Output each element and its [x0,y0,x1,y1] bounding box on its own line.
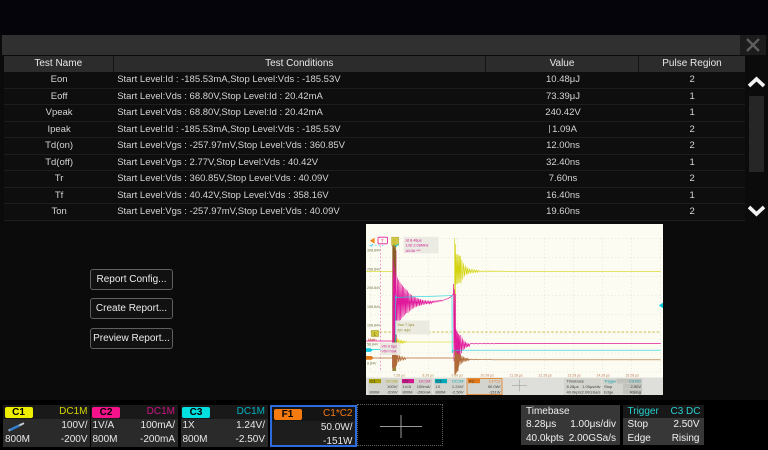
svg-text:15.28 μs: 15.28 μs [625,373,639,377]
svg-text:258.84V: 258.84V [367,267,381,271]
svg-text:DC1M: DC1M [386,379,397,384]
svg-text:Edge: Edge [604,390,614,395]
svg-text:108.84V: 108.84V [367,324,381,328]
svg-text:-2.50V: -2.50V [452,390,464,395]
svg-text:f3= 43V: f3= 43V [398,329,412,333]
svg-text:-151W: -151W [489,390,501,395]
svg-text:Vth=7mA: Vth=7mA [382,350,397,354]
svg-text:50.0W/: 50.0W/ [488,384,502,389]
svg-text:8.84V: 8.84V [367,361,377,365]
svg-text:800M: 800M [403,390,413,395]
svg-text:1V/A: 1V/A [403,384,412,389]
svg-text:12.28 μs: 12.28 μs [538,373,552,377]
svg-text:9.28 μs: 9.28 μs [451,373,463,377]
svg-text:1.24V/: 1.24V/ [452,384,464,389]
svg-text:1X: 1X [436,384,441,389]
svg-text:10.28 μs: 10.28 μs [480,373,494,377]
svg-text:T: T [381,238,384,243]
svg-text:7.28 μs: 7.28 μs [393,373,405,377]
svg-text:F1: F1 [469,379,474,384]
svg-text:800M: 800M [436,390,446,395]
svg-text:2.50V: 2.50V [631,384,642,389]
svg-text:-200mA: -200mA [416,390,430,395]
svg-text:C1: C1 [370,379,376,384]
svg-text:Timebase: Timebase [567,379,585,384]
svg-text:800M: 800M [370,390,380,395]
svg-text:Vth 6.6μs: Vth 6.6μs [382,344,397,348]
svg-text:Δt 8.48μs: Δt 8.48μs [406,238,422,242]
svg-text:1/Δt 2.08MHz: 1/Δt 2.08MHz [406,244,429,248]
svg-text:Rising: Rising [630,390,641,395]
svg-text:58.84V: 58.84V [367,343,379,347]
svg-text:Math: Math [368,338,376,342]
svg-text:DC1M: DC1M [452,379,463,384]
svg-text:-200V: -200V [387,390,398,395]
svg-text:308.84V: 308.84V [367,249,381,253]
svg-text:ΔV/Δt ***: ΔV/Δt *** [406,249,422,253]
svg-text:DC1M: DC1M [419,379,430,384]
svg-text:40.0kpts: 40.0kpts [567,390,582,395]
svg-text:208.84V: 208.84V [367,286,381,290]
svg-text:14.28 μs: 14.28 μs [596,373,610,377]
svg-text:100V/: 100V/ [387,384,398,389]
svg-text:C1*C2: C1*C2 [489,379,502,384]
svg-text:8.28 μs: 8.28 μs [422,373,434,377]
svg-text:Stop: Stop [604,384,613,389]
svg-text:8.28μs: 8.28μs [567,384,579,389]
svg-text:C3 DC: C3 DC [629,379,641,384]
svg-text:100mA/: 100mA/ [417,384,432,389]
svg-text:1.00μs/div: 1.00μs/div [582,384,600,389]
svg-text:C3: C3 [436,379,442,384]
svg-text:158.84V: 158.84V [367,305,381,309]
svg-text:11.28 μs: 11.28 μs [509,373,522,377]
svg-text:13.28 μs: 13.28 μs [567,373,581,377]
svg-text:Vov 7.1μs: Vov 7.1μs [398,323,415,327]
svg-text:Trigger: Trigger [604,379,617,384]
svg-text:2.00GSa/s: 2.00GSa/s [582,390,601,395]
svg-text:C2: C2 [403,379,409,384]
